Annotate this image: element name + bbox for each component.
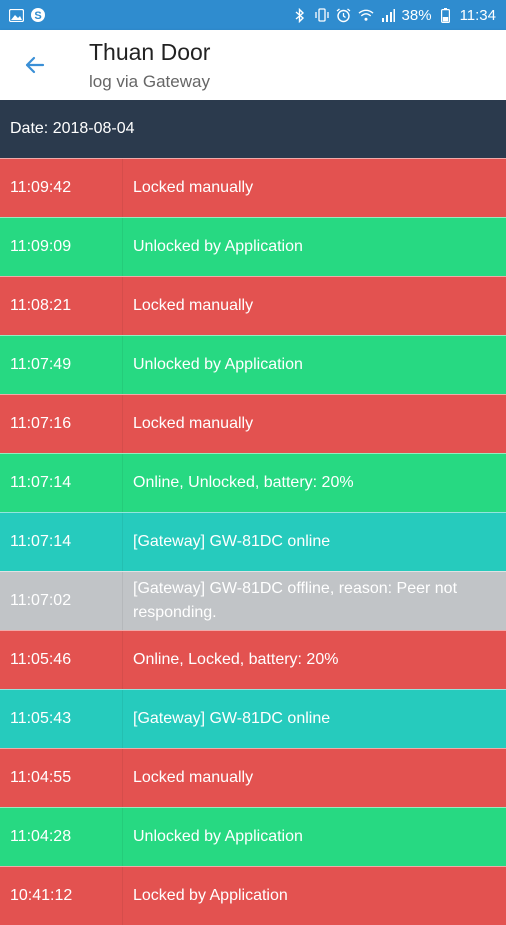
svg-text:S: S — [34, 10, 41, 22]
log-row[interactable]: 11:07:49 Unlocked by Application — [0, 335, 506, 394]
log-row[interactable]: 11:09:42 Locked manually — [0, 158, 506, 217]
status-bar: S 38% 11:34 — [0, 0, 506, 30]
row-divider — [122, 218, 123, 276]
signal-icon — [380, 7, 396, 23]
log-list: 11:09:42 Locked manually 11:09:09 Unlocked … — [0, 158, 506, 925]
log-time: 11:07:49 — [10, 356, 72, 373]
row-divider — [122, 572, 123, 630]
date-header: Date: 2018-08-04 — [0, 100, 506, 158]
bluetooth-icon — [292, 7, 308, 23]
page-title: Thuan Door — [89, 39, 211, 65]
log-time: 11:08:21 — [10, 297, 72, 314]
log-time: 10:41:12 — [10, 887, 73, 904]
row-divider — [122, 454, 123, 512]
log-message: Unlocked by Application — [133, 828, 303, 845]
battery-percent: 38% — [401, 6, 432, 24]
row-divider — [122, 631, 123, 689]
log-time: 11:07:14 — [10, 474, 72, 491]
row-divider — [122, 867, 123, 925]
battery-icon — [438, 7, 454, 23]
log-time: 11:07:02 — [10, 592, 72, 609]
row-divider — [122, 749, 123, 807]
log-time: 11:09:09 — [10, 238, 72, 255]
log-time: 11:07:16 — [10, 415, 72, 432]
log-row[interactable]: 10:41:12 Locked by Application — [0, 866, 506, 925]
page-subtitle: log via Gateway — [89, 72, 210, 91]
log-row[interactable]: 11:04:55 Locked manually — [0, 748, 506, 807]
status-bar-right: 38% 11:34 — [292, 7, 496, 24]
arrow-left-icon — [25, 56, 45, 74]
status-bar-left: S — [8, 7, 46, 23]
row-divider — [122, 808, 123, 866]
log-message: [Gateway] GW-81DC online — [133, 710, 331, 727]
log-row[interactable]: 11:07:16 Locked manually — [0, 394, 506, 453]
log-message: Online, Locked, battery: 20% — [133, 651, 339, 668]
log-row[interactable]: 11:07:02 [Gateway] GW-81DC offline, reaso… — [0, 571, 506, 630]
log-message: Locked manually — [133, 179, 254, 196]
log-row[interactable]: 11:07:14 [Gateway] GW-81DC online — [0, 512, 506, 571]
row-divider — [122, 690, 123, 748]
row-divider — [122, 277, 123, 335]
log-time: 11:07:14 — [10, 533, 72, 550]
log-message: Unlocked by Application — [133, 238, 303, 255]
log-message: Locked by Application — [133, 887, 288, 904]
log-row[interactable]: 11:04:28 Unlocked by Application — [0, 807, 506, 866]
wifi-icon — [358, 7, 374, 23]
log-row[interactable]: 11:07:14 Online, Unlocked, battery: 20% — [0, 453, 506, 512]
log-message: Online, Unlocked, battery: 20% — [133, 474, 354, 491]
log-message: Locked manually — [133, 297, 254, 314]
log-message: [Gateway] GW-81DC online — [133, 533, 331, 550]
log-message: [Gateway] GW-81DC offline, reason: Peer … — [133, 580, 458, 621]
log-row[interactable]: 11:09:09 Unlocked by Application — [0, 217, 506, 276]
log-time: 11:04:55 — [10, 769, 72, 786]
row-divider — [122, 513, 123, 571]
gallery-icon — [8, 7, 24, 23]
log-row[interactable]: 11:08:21 Locked manually — [0, 276, 506, 335]
log-time: 11:05:46 — [10, 651, 72, 668]
clock: 11:34 — [459, 6, 496, 24]
alarm-icon — [336, 7, 352, 23]
back-button[interactable] — [20, 50, 50, 80]
log-row[interactable]: 11:05:43 [Gateway] GW-81DC online — [0, 689, 506, 748]
app-header: Thuan Door log via Gateway — [0, 30, 506, 100]
row-divider — [122, 159, 123, 217]
row-divider — [122, 336, 123, 394]
skype-icon: S — [30, 7, 46, 23]
log-time: 11:05:43 — [10, 710, 72, 727]
row-divider — [122, 395, 123, 453]
vibrate-icon — [314, 7, 330, 23]
log-message: Locked manually — [133, 769, 254, 786]
log-time: 11:04:28 — [10, 828, 72, 845]
log-row[interactable]: 11:05:46 Online, Locked, battery: 20% — [0, 630, 506, 689]
log-message: Locked manually — [133, 415, 254, 432]
log-message: Unlocked by Application — [133, 356, 303, 373]
log-time: 11:09:42 — [10, 179, 72, 196]
